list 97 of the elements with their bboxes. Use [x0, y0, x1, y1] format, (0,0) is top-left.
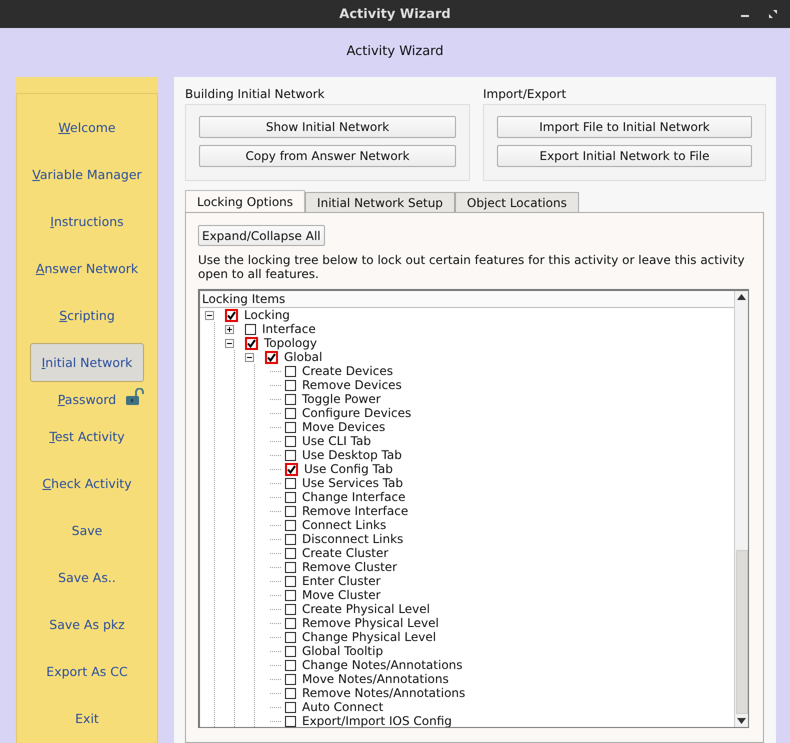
unlocked-padlock-icon[interactable] [125, 388, 145, 406]
checkbox[interactable] [245, 336, 258, 350]
group-title: Building Initial Network [185, 87, 326, 101]
sidebar-item[interactable]: Welcome [30, 108, 144, 147]
sidebar-item[interactable]: Exit [30, 699, 144, 738]
sidebar-item[interactable]: Answer Network [30, 249, 144, 288]
sidebar-item[interactable]: Test Activity [30, 417, 144, 456]
checkbox[interactable] [285, 534, 296, 544]
tree-item[interactable]: Create Physical Level [302, 602, 430, 616]
tree-item[interactable]: Global [284, 350, 322, 364]
checkbox[interactable] [285, 436, 296, 446]
tree-item[interactable]: Move Notes/Annotations [302, 672, 449, 686]
tree-item[interactable]: Change Notes/Annotations [302, 658, 463, 672]
page-heading: Activity Wizard [345, 43, 445, 61]
checkbox[interactable] [285, 380, 296, 390]
checkbox[interactable] [225, 308, 238, 322]
tree-item[interactable]: Move Cluster [302, 588, 381, 602]
checkbox[interactable] [285, 660, 296, 670]
action-button[interactable]: Export Initial Network to File [497, 145, 752, 167]
checkbox[interactable] [265, 350, 278, 364]
tab[interactable]: Locking Options [185, 190, 306, 212]
scrollbar[interactable] [734, 291, 748, 727]
tab[interactable]: Object Locations [454, 192, 579, 212]
tree-item[interactable]: Use Config Tab [304, 462, 393, 476]
window-title: Activity Wizard [339, 6, 451, 22]
sidebar-item[interactable]: Save As.. [30, 558, 144, 597]
scrollbar-thumb[interactable] [736, 550, 748, 714]
collapse-icon[interactable] [205, 310, 214, 320]
sidebar-item[interactable]: Check Activity [30, 464, 144, 503]
checkbox[interactable] [285, 562, 296, 572]
sidebar-item[interactable]: Scripting [30, 296, 144, 335]
collapse-icon[interactable] [245, 352, 254, 362]
sidebar-item[interactable]: Variable Manager [30, 155, 144, 194]
expand-icon[interactable] [225, 324, 234, 334]
tree-item[interactable]: Configure Devices [302, 406, 412, 420]
checkbox[interactable] [285, 506, 296, 516]
checkbox[interactable] [285, 576, 296, 586]
checkbox[interactable] [285, 604, 296, 614]
checkbox[interactable] [285, 716, 296, 726]
checkbox[interactable] [285, 366, 296, 376]
scroll-down-icon[interactable] [737, 718, 746, 724]
checkbox[interactable] [285, 408, 296, 418]
tree-item[interactable]: Use Services Tab [302, 476, 403, 490]
checkbox[interactable] [285, 450, 296, 460]
action-button[interactable]: Import File to Initial Network [497, 116, 752, 138]
tree-item[interactable]: Create Cluster [302, 546, 388, 560]
tree-item[interactable]: Remove Notes/Annotations [302, 686, 466, 700]
checkbox[interactable] [285, 688, 296, 698]
checkbox[interactable] [285, 632, 296, 642]
tree-item[interactable]: Use CLI Tab [302, 434, 371, 448]
tree-item[interactable]: Remove Physical Level [302, 616, 439, 630]
checkbox[interactable] [285, 590, 296, 600]
sidebar-item[interactable]: Initial Network [30, 343, 144, 382]
tree-item[interactable]: Remove Interface [302, 504, 408, 518]
tree-item[interactable]: Change Physical Level [302, 630, 436, 644]
tree-item[interactable]: Auto Connect [302, 700, 384, 714]
description-text: Use the locking tree below to lock out certain features for this activity or leave this activity open to all features. [198, 253, 746, 281]
sidebar-item[interactable]: Save [30, 511, 144, 550]
maximize-icon[interactable] [768, 9, 778, 19]
checkbox[interactable] [285, 462, 298, 476]
tree-item[interactable]: Remove Cluster [302, 560, 398, 574]
scroll-up-icon[interactable] [737, 294, 746, 300]
tree-item[interactable]: Disconnect Links [302, 532, 404, 546]
tree-item[interactable]: Global Tooltip [302, 644, 384, 658]
column-header: Locking Items [200, 291, 734, 308]
tree-item[interactable]: Toggle Power [302, 392, 381, 406]
checkbox[interactable] [285, 646, 296, 656]
tree-item[interactable]: Interface [262, 322, 316, 336]
checkbox[interactable] [285, 674, 296, 684]
checkbox[interactable] [285, 618, 296, 628]
tree-item[interactable]: Remove Devices [302, 378, 402, 392]
checkbox[interactable] [285, 478, 296, 488]
checkbox[interactable] [285, 702, 296, 712]
action-button[interactable]: Show Initial Network [199, 116, 456, 138]
checkbox[interactable] [285, 548, 296, 558]
sidebar-item[interactable]: Password [30, 380, 144, 419]
sidebar-item[interactable]: Save As pkz [30, 605, 144, 644]
checkbox[interactable] [285, 492, 296, 502]
tree-item[interactable]: Create Devices [302, 364, 393, 378]
checkbox[interactable] [285, 394, 296, 404]
tree-item[interactable]: Locking [244, 308, 290, 322]
checkbox[interactable] [285, 422, 296, 432]
tree-item[interactable]: Enter Cluster [302, 574, 381, 588]
tab[interactable]: Initial Network Setup [305, 192, 455, 212]
tree-item[interactable]: Connect Links [302, 518, 386, 532]
tree-item[interactable]: Use Desktop Tab [302, 448, 402, 462]
sidebar-item[interactable]: Instructions [30, 202, 144, 241]
action-button[interactable]: Copy from Answer Network [199, 145, 456, 167]
expand-collapse-button[interactable]: Expand/Collapse All [198, 225, 325, 246]
checkbox[interactable] [285, 520, 296, 530]
sidebar-item[interactable]: Export As CC [30, 652, 144, 691]
tree-item[interactable]: Change Interface [302, 490, 406, 504]
tree-item[interactable]: Topology [264, 336, 317, 350]
group-title: Import/Export [483, 87, 568, 101]
collapse-icon[interactable] [225, 338, 234, 348]
tree-item[interactable]: Move Devices [302, 420, 386, 434]
checkbox[interactable] [245, 324, 256, 334]
